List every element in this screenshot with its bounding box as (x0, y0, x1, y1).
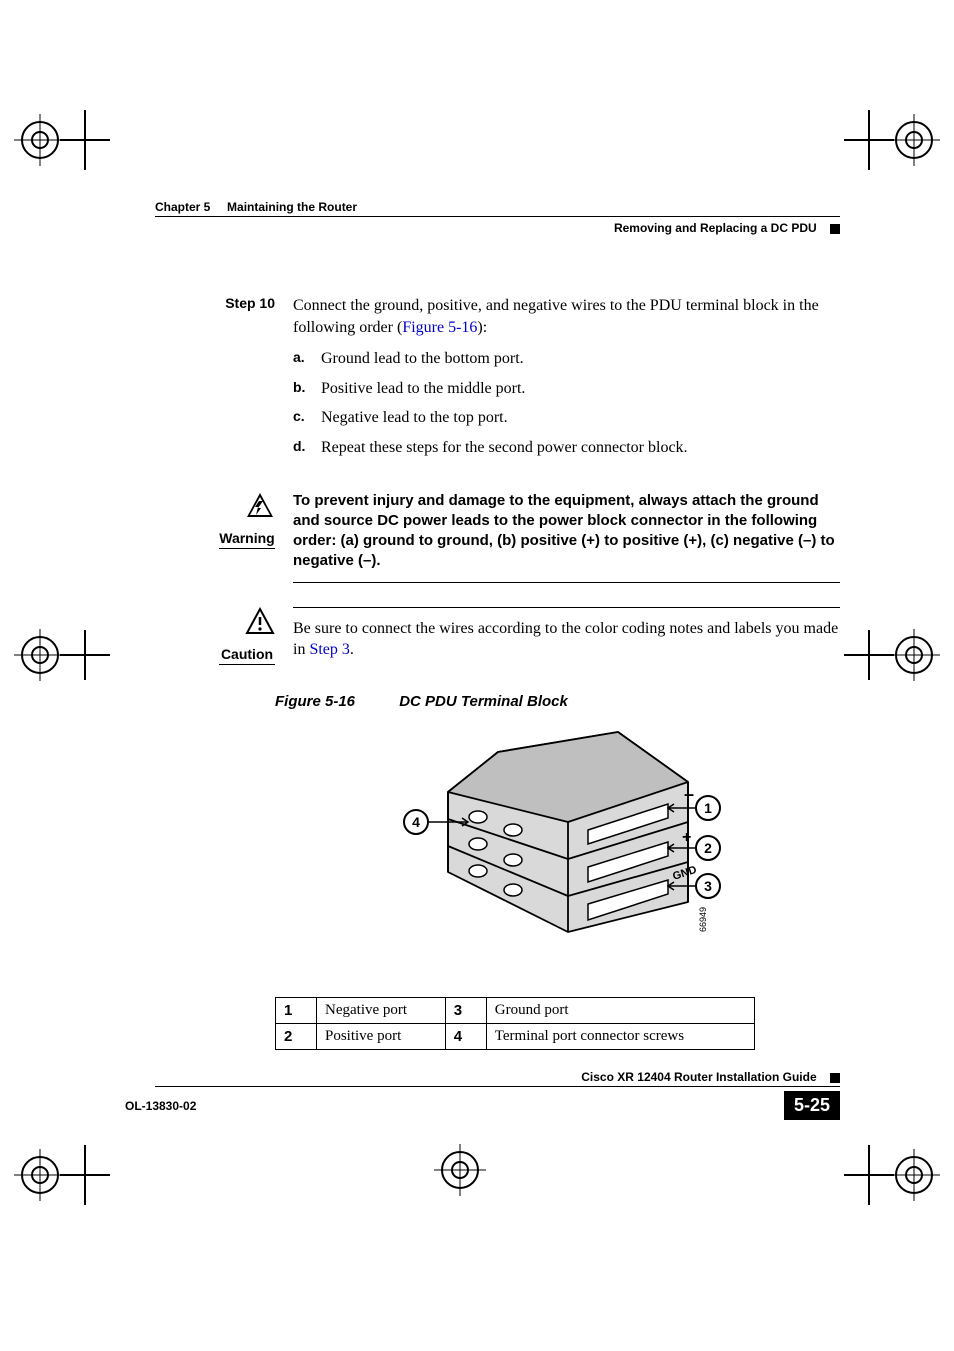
figure-5-16: Figure 5-16 DC PDU Terminal Block (275, 693, 840, 1050)
registration-mark-icon (844, 110, 944, 210)
caution-icon (245, 607, 275, 642)
list-item: b. Positive lead to the middle port. (293, 378, 840, 400)
caution-admonition: Caution Be sure to connect the wires acc… (125, 607, 840, 665)
sub-label: a. (293, 348, 321, 370)
registration-mark-icon (10, 110, 110, 210)
list-item: a. Ground lead to the bottom port. (293, 348, 840, 370)
legend-num: 4 (445, 1023, 486, 1049)
step-text-after: ): (477, 319, 487, 336)
step-link[interactable]: Step 3 (309, 641, 349, 658)
figure-number: Figure 5-16 (275, 693, 355, 710)
figure-caption: Figure 5-16 DC PDU Terminal Block (275, 693, 840, 710)
list-item: d. Repeat these steps for the second pow… (293, 437, 840, 459)
figure-link[interactable]: Figure 5-16 (402, 319, 477, 336)
chapter-label: Chapter 5 (155, 200, 210, 214)
warning-icon (245, 491, 275, 526)
svg-text:–: – (684, 784, 694, 804)
svg-text:1: 1 (704, 800, 712, 816)
registration-mark-icon (430, 1140, 490, 1200)
sub-label: c. (293, 407, 321, 429)
figure-legend-table: 1 Negative port 3 Ground port 2 Positive… (275, 997, 755, 1050)
step-sublist: a. Ground lead to the bottom port. b. Po… (293, 348, 840, 458)
caution-text-before: Be sure to connect the wires according t… (293, 620, 838, 659)
warning-label: Warning (219, 530, 275, 549)
guide-title: Cisco XR 12404 Router Installation Guide (155, 1070, 840, 1087)
registration-mark-icon (10, 1125, 110, 1225)
footer-marker-icon (830, 1073, 840, 1083)
table-row: 2 Positive port 4 Terminal port connecto… (276, 1023, 755, 1049)
registration-mark-icon (10, 625, 110, 685)
legend-desc: Positive port (317, 1023, 446, 1049)
svg-text:3: 3 (704, 878, 712, 894)
svg-text:+: + (682, 829, 691, 846)
step-text-before: Connect the ground, positive, and negati… (293, 297, 819, 336)
legend-desc: Terminal port connector screws (486, 1023, 754, 1049)
legend-desc: Negative port (317, 997, 446, 1023)
caution-text: Be sure to connect the wires according t… (293, 607, 840, 661)
page-content: Chapter 5 Maintaining the Router Removin… (125, 200, 840, 1050)
step-label: Step 10 (125, 295, 293, 467)
sub-text: Positive lead to the middle port. (321, 378, 840, 400)
page-footer: Cisco XR 12404 Router Installation Guide… (125, 1070, 840, 1120)
header-rule: Removing and Replacing a DC PDU (155, 216, 840, 235)
sub-text: Negative lead to the top port. (321, 407, 840, 429)
warning-admonition: Warning To prevent injury and damage to … (125, 491, 840, 583)
step-10: Step 10 Connect the ground, positive, an… (125, 295, 840, 467)
legend-desc: Ground port (486, 997, 754, 1023)
svg-text:4: 4 (412, 814, 420, 830)
sub-text: Ground lead to the bottom port. (321, 348, 840, 370)
table-row: 1 Negative port 3 Ground port (276, 997, 755, 1023)
caution-label: Caution (219, 646, 275, 665)
caution-text-after: . (350, 641, 354, 658)
svg-text:2: 2 (704, 840, 712, 856)
sub-label: b. (293, 378, 321, 400)
page-number: 5-25 (784, 1091, 840, 1120)
warning-text: To prevent injury and damage to the equi… (293, 491, 840, 583)
section-marker-icon (830, 224, 840, 234)
figure-image: 4 1 – 2 + 3 GND 66949 (275, 722, 840, 977)
section-title: Removing and Replacing a DC PDU (614, 221, 817, 235)
sub-label: d. (293, 437, 321, 459)
legend-num: 2 (276, 1023, 317, 1049)
legend-num: 3 (445, 997, 486, 1023)
legend-num: 1 (276, 997, 317, 1023)
sub-text: Repeat these steps for the second power … (321, 437, 840, 459)
registration-mark-icon (844, 1125, 944, 1225)
chapter-title: Maintaining the Router (227, 200, 357, 214)
list-item: c. Negative lead to the top port. (293, 407, 840, 429)
guide-title-text: Cisco XR 12404 Router Installation Guide (581, 1070, 816, 1084)
doc-id: OL-13830-02 (125, 1099, 196, 1113)
section-heading: Removing and Replacing a DC PDU (155, 221, 840, 235)
figure-title: DC PDU Terminal Block (399, 693, 568, 710)
figure-image-id: 66949 (698, 907, 708, 932)
step-body: Connect the ground, positive, and negati… (293, 295, 840, 467)
registration-mark-icon (844, 625, 944, 685)
chapter-heading: Chapter 5 Maintaining the Router (155, 200, 840, 214)
